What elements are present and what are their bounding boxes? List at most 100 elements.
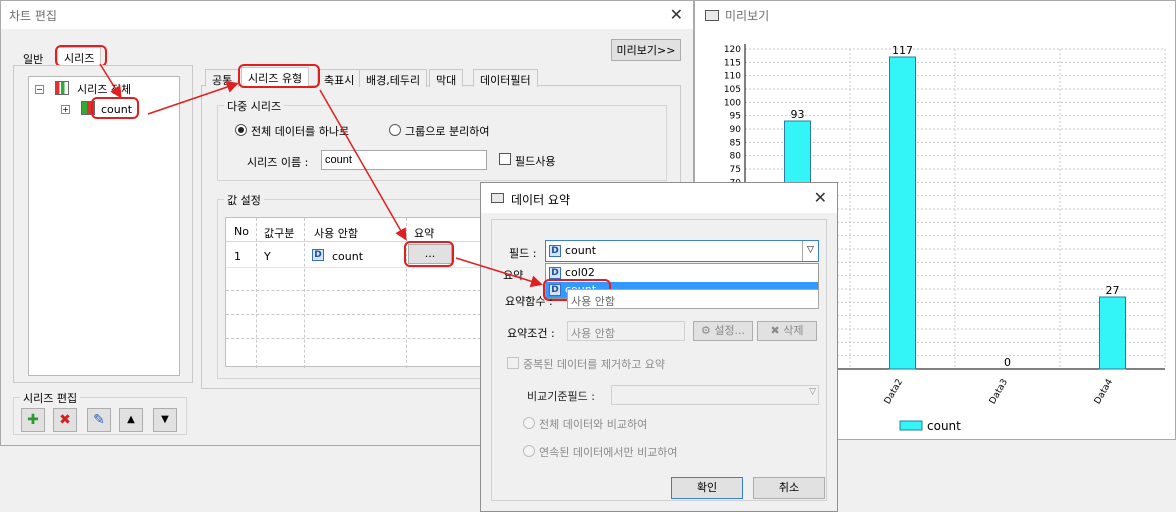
y-tick-label: 115	[724, 58, 741, 68]
cancel-button[interactable]: 취소	[753, 477, 825, 499]
preview-title: 미리보기	[725, 9, 770, 23]
field-select[interactable]: Dcount ▽	[545, 240, 819, 262]
x-tick-label: Data2	[883, 378, 905, 407]
add-icon[interactable]: ✚	[21, 408, 45, 432]
close-icon: ✖	[770, 324, 780, 337]
ok-button[interactable]: 확인	[671, 477, 743, 499]
annotation-box	[404, 241, 454, 267]
grid-row-line	[226, 338, 486, 339]
x-tick-label: Data3	[988, 378, 1010, 407]
multi-series-label: 다중 시리즈	[224, 98, 285, 114]
y-tick-label: 105	[724, 85, 741, 95]
series-tree: − 시리즈 전체 + count	[28, 76, 180, 376]
chart-bar	[889, 56, 916, 370]
grid-col-line	[304, 218, 305, 368]
field-label: 필드 :	[509, 247, 537, 260]
y-tick-label: 110	[724, 72, 741, 82]
tree-root-label[interactable]: 시리즈 전체	[77, 81, 131, 97]
compare-consecutive-label: 연속된 데이터에서만 비교하여	[539, 446, 678, 459]
summary-func-select[interactable]: 사용 안함	[567, 289, 819, 309]
compare-field-select[interactable]: ▽	[611, 385, 819, 405]
tree-expander[interactable]: +	[61, 105, 70, 114]
field-use-label: 필드사용	[515, 155, 556, 168]
field-type-icon: D	[312, 248, 328, 261]
field-use-checkbox[interactable]	[499, 153, 511, 165]
col-summary: 요약	[414, 227, 435, 240]
legend-swatch	[899, 420, 923, 431]
y-tick-label: 80	[730, 152, 742, 162]
chevron-down-icon: ▽	[809, 387, 816, 397]
dedupe-label: 중복된 데이터를 제거하고 요약	[523, 358, 666, 371]
data-label: 117	[892, 44, 913, 57]
option-label: col02	[565, 266, 595, 279]
tab-data-filter[interactable]: 데이터필터	[473, 69, 538, 87]
settings-button-label: 설정...	[714, 324, 746, 337]
radio-group-split[interactable]	[389, 124, 401, 136]
data-label: 27	[1106, 284, 1120, 297]
value-grid: No 값구분 사용 안함 요약 1 Y D count ...	[225, 217, 486, 368]
chart-bar	[1099, 296, 1126, 370]
value-settings-label: 값 설정	[224, 192, 264, 208]
preview-toggle-button[interactable]: 미리보기>>	[611, 39, 681, 61]
compare-consecutive-radio[interactable]	[523, 445, 535, 457]
condition-settings-button[interactable]: ⚙ 설정...	[693, 321, 753, 341]
data-label: 0	[1004, 356, 1011, 369]
series-edit-label: 시리즈 편집	[20, 390, 81, 406]
annotation-box	[55, 45, 107, 67]
close-icon[interactable]: ✕	[670, 5, 683, 24]
compare-field-label: 비교기준필드 :	[527, 390, 595, 403]
grid-header: No 값구분 사용 안함 요약	[226, 218, 486, 242]
grid-row-line	[226, 314, 486, 315]
series-name-input[interactable]	[321, 150, 487, 170]
edit-pencil-icon[interactable]: ✎	[87, 408, 111, 432]
tab-axis[interactable]: 축표시	[317, 69, 362, 87]
gear-icon: ⚙	[700, 324, 711, 337]
row-field: count	[332, 250, 364, 263]
radio-all-data[interactable]	[235, 124, 247, 136]
dedupe-checkbox[interactable]	[507, 357, 519, 369]
radio-group-split-label: 그룹으로 분리하여	[405, 125, 490, 138]
row-kind: Y	[264, 250, 271, 263]
summary-label: 요약	[503, 269, 524, 282]
col-kind: 값구분	[264, 227, 295, 240]
condition-delete-button[interactable]: ✖ 삭제	[757, 321, 817, 341]
col-no: No	[234, 225, 249, 238]
condition-input: 사용 안함	[567, 321, 685, 341]
y-tick-label: 100	[724, 98, 741, 108]
annotation-box	[238, 64, 320, 88]
y-tick-label: 90	[730, 125, 742, 135]
data-label: 93	[791, 108, 805, 121]
y-tick-label: 95	[730, 112, 741, 122]
compare-all-radio[interactable]	[523, 417, 535, 429]
legend-label: count	[927, 419, 961, 433]
move-up-icon[interactable]: ▲	[119, 408, 143, 432]
close-icon[interactable]: ✕	[814, 188, 827, 207]
x-tick-label: Data4	[1093, 377, 1115, 406]
y-tick-label: 120	[724, 45, 741, 55]
field-select-value: count	[565, 244, 597, 257]
tree-expander[interactable]: −	[35, 85, 44, 94]
tab-background[interactable]: 배경,테두리	[359, 69, 428, 87]
row-no: 1	[234, 250, 241, 263]
compare-all-label: 전체 데이터와 비교하여	[539, 418, 648, 431]
chevron-down-icon[interactable]: ▽	[802, 241, 818, 261]
delete-button-label: 삭제	[783, 324, 804, 337]
summary-titlebar: 데이터 요약 ✕	[481, 183, 837, 213]
tab-common[interactable]: 공통	[205, 69, 240, 87]
window-icon	[705, 10, 719, 21]
summary-func-value: 사용 안함	[571, 295, 615, 308]
y-tick-label: 75	[730, 165, 741, 175]
condition-value: 사용 안함	[571, 327, 615, 340]
delete-icon[interactable]: ✖	[53, 408, 77, 432]
radio-all-data-label: 전체 데이터를 하나로	[251, 125, 350, 138]
bar-chart-icon	[55, 81, 69, 95]
series-name-label: 시리즈 이름 :	[247, 156, 309, 169]
condition-label: 요약조건 :	[507, 327, 555, 340]
tab-bar[interactable]: 막대	[429, 69, 464, 87]
y-tick-label: 85	[730, 138, 741, 148]
grid-col-line	[256, 218, 257, 368]
grid-row-line	[226, 290, 486, 291]
dialog-titlebar: 차트 편집 ✕	[1, 1, 693, 29]
move-down-icon[interactable]: ▼	[153, 408, 177, 432]
dialog-title: 차트 편집	[9, 9, 57, 23]
